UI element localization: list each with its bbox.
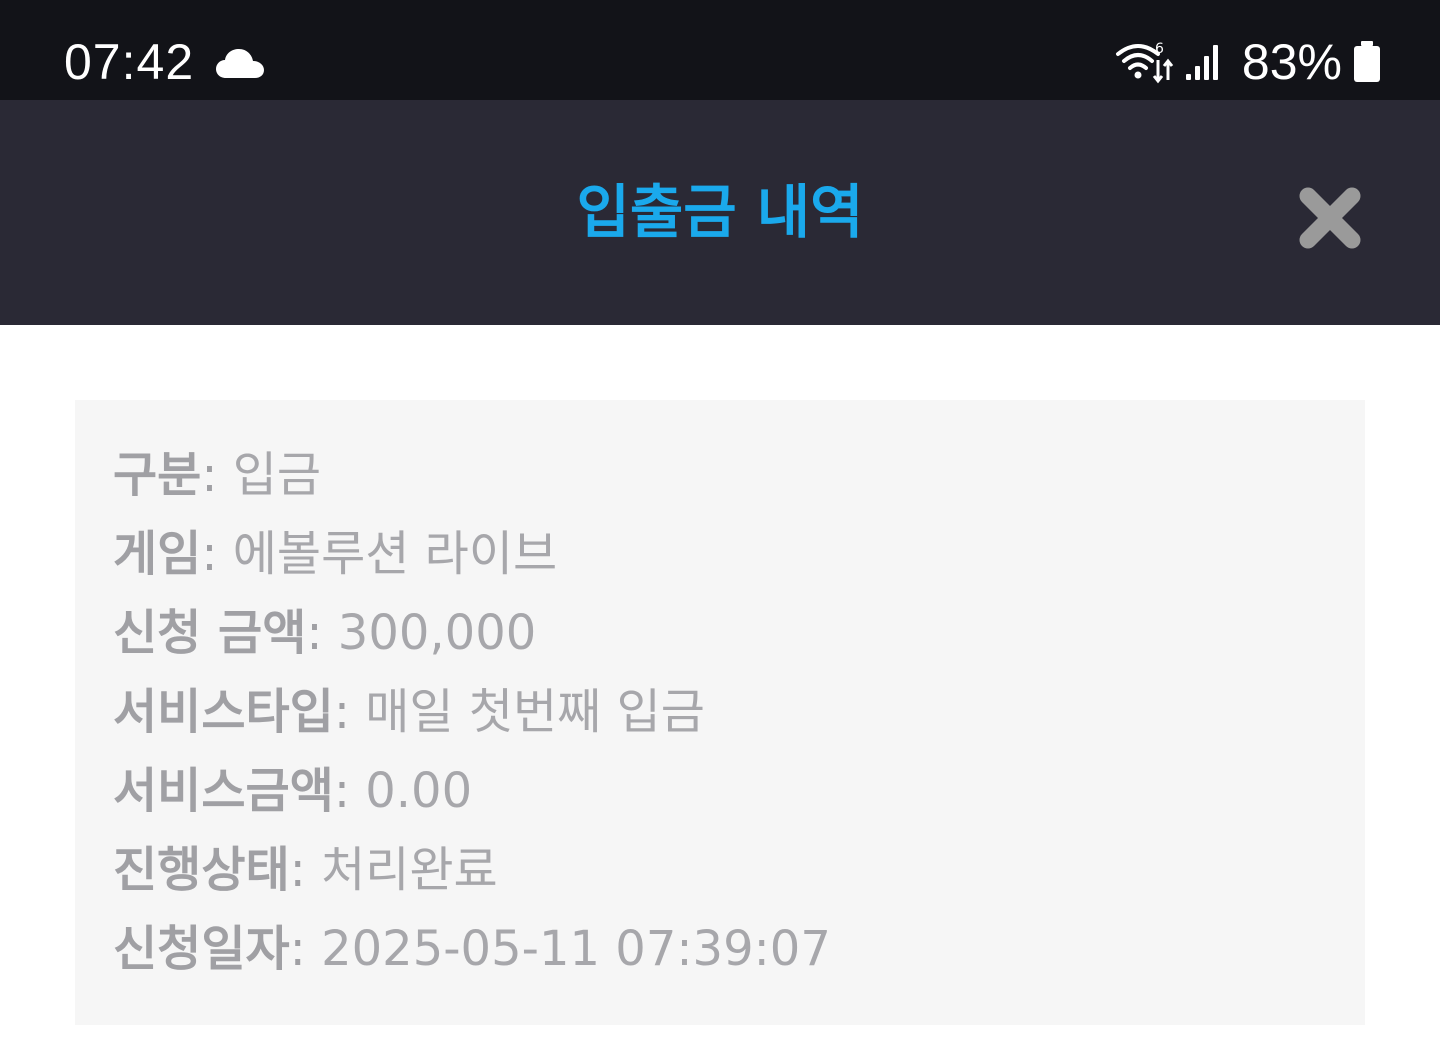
status-bar: 07:42 6 83%: [0, 0, 1440, 100]
detail-row: 신청 금액: 300,000: [113, 594, 831, 673]
detail-value: 0.00: [365, 763, 473, 819]
close-icon: [1299, 187, 1361, 249]
detail-row: 서비스금액: 0.00: [113, 752, 831, 831]
detail-separator: :: [201, 447, 218, 503]
detail-value: 에볼루션 라이브: [232, 526, 558, 582]
detail-label: 진행상태: [113, 842, 290, 898]
battery-percent: 83%: [1241, 34, 1342, 90]
detail-value: 처리완료: [321, 842, 498, 898]
header: 입출금 내역: [0, 100, 1440, 325]
detail-label: 신청 금액: [113, 605, 307, 661]
cloud-icon: [216, 49, 264, 78]
detail-card: 구분: 입금 게임: 에볼루션 라이브 신청 금액: 300,000 서비스타입: 매…: [75, 400, 1365, 1025]
detail-list: 구분: 입금 게임: 에볼루션 라이브 신청 금액: 300,000 서비스타입: 매…: [113, 436, 831, 989]
detail-label: 신청일자: [113, 921, 290, 977]
detail-value: 입금: [232, 447, 322, 503]
detail-separator: :: [201, 526, 218, 582]
detail-value: 300,000: [337, 605, 537, 661]
detail-separator: :: [333, 684, 350, 740]
status-time: 07:42: [64, 34, 195, 90]
detail-label: 서비스금액: [113, 763, 334, 819]
detail-separator: :: [289, 842, 306, 898]
svg-text:6: 6: [1155, 41, 1164, 57]
detail-label: 구분: [113, 447, 202, 503]
battery-icon: [1354, 41, 1380, 82]
detail-row: 구분: 입금: [113, 436, 831, 515]
detail-label: 게임: [113, 526, 202, 582]
detail-separator: :: [333, 763, 350, 819]
page-title: 입출금 내역: [576, 178, 864, 246]
status-right: 6 83%: [1114, 30, 1382, 94]
detail-value: 2025-05-11 07:39:07: [321, 921, 831, 977]
detail-value: 매일 첫번째 입금: [365, 684, 705, 740]
detail-label: 서비스타입: [113, 684, 334, 740]
detail-row: 신청일자: 2025-05-11 07:39:07: [113, 910, 831, 989]
detail-row: 게임: 에볼루션 라이브: [113, 515, 831, 594]
detail-separator: :: [306, 605, 323, 661]
close-button[interactable]: [1294, 182, 1366, 254]
detail-row: 서비스타입: 매일 첫번째 입금: [113, 673, 831, 752]
detail-separator: :: [289, 921, 306, 977]
signal-icon: [1185, 45, 1218, 80]
detail-row: 진행상태: 처리완료: [113, 831, 831, 910]
wifi-icon: 6: [1115, 41, 1174, 84]
